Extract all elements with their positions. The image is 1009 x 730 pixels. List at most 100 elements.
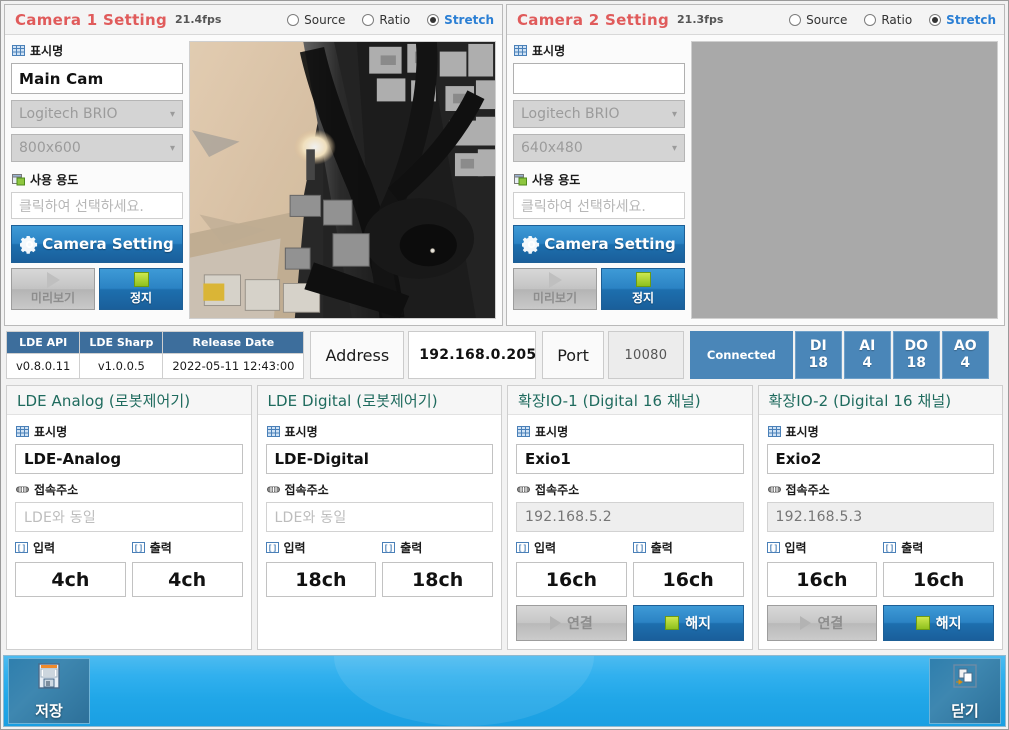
camera-1-device-select[interactable]: Logitech BRIO ▾	[11, 100, 183, 128]
io-address-input[interactable]: 192.168.5.3	[766, 502, 994, 532]
camera-1-stop-button[interactable]: 정지	[99, 268, 183, 310]
io-name-label: 표시명	[535, 425, 569, 439]
io-input-value-box[interactable]: 4ch	[15, 562, 126, 597]
camera-1-name-input[interactable]: Main Cam	[11, 63, 183, 94]
camera-1-device-value: Logitech BRIO	[19, 106, 118, 122]
camera-2-resolution-select[interactable]: 640x480 ▾	[513, 134, 685, 162]
camera-1-name-value: Main Cam	[19, 69, 104, 88]
camera-1-resolution-select[interactable]: 800x600 ▾	[11, 134, 183, 162]
camera-2-name-input[interactable]	[513, 63, 685, 94]
camera-1-radio-stretch[interactable]: Stretch	[427, 13, 494, 27]
io-input-value-box[interactable]: 16ch	[766, 562, 878, 597]
io-address-input[interactable]: LDE와 동일	[265, 502, 493, 532]
io-input-label: 입력	[283, 541, 306, 555]
camera-2-radio-stretch[interactable]: Stretch	[929, 13, 996, 27]
address-input[interactable]: 192.168.0.205	[408, 331, 537, 379]
io-disconnect-button[interactable]: 해지	[632, 605, 744, 641]
io-disconnect-label: 해지	[685, 616, 711, 632]
camera-2-mode-group: Source Ratio Stretch	[789, 13, 996, 27]
camera-2-preview-button[interactable]: 미리보기	[513, 268, 597, 310]
io-output-value-box[interactable]: 18ch	[382, 562, 493, 597]
io-name-value: LDE-Digital	[274, 450, 369, 468]
port-input[interactable]: 10080	[607, 331, 684, 379]
io-input-label-row: [] 입력	[15, 539, 126, 556]
io-input-value: 4ch	[51, 568, 90, 591]
io-input-value-box[interactable]: 18ch	[265, 562, 377, 597]
close-button[interactable]: 닫기	[929, 658, 1001, 724]
io-tile-name: AI	[859, 338, 876, 355]
camera-2-name-label-row: 표시명	[514, 42, 685, 59]
camera-2-preview-view[interactable]	[691, 41, 998, 319]
io-name-input[interactable]: LDE-Digital	[265, 444, 493, 474]
camera-2-setting-label: Camera Setting	[544, 235, 676, 253]
camera-2-radio-source[interactable]: Source	[789, 13, 847, 27]
io-connect-button[interactable]: 연결	[516, 605, 627, 641]
camera-1-preview-controls: 미리보기 정지	[11, 268, 183, 310]
io-name-input[interactable]: LDE-Analog	[15, 444, 243, 474]
svg-text:[]: []	[885, 544, 895, 553]
svg-text:[]: []	[384, 544, 394, 553]
camera-1-video-frame	[190, 42, 495, 318]
io-output-value-box[interactable]: 16ch	[632, 562, 744, 597]
io-name-label: 표시명	[284, 425, 318, 439]
io-name-input[interactable]: Exio1	[516, 444, 744, 474]
camera-1-name-label: 표시명	[30, 44, 64, 58]
io-output-label-row: [] 출력	[131, 539, 243, 556]
io-connect-button[interactable]: 연결	[766, 605, 878, 641]
radio-label: Source	[806, 12, 848, 27]
brackets-icon: []	[382, 541, 396, 554]
brackets-icon: []	[632, 541, 646, 554]
io-panel-title: 확장IO-1 (Digital 16 채널)	[508, 386, 752, 415]
io-panel-lde-digital: LDE Digital (로봇제어기) 표시명 LDE-Digital 접속주소	[256, 385, 502, 650]
close-windows-icon	[950, 661, 980, 695]
io-channel-values: 16ch 16ch	[516, 562, 744, 597]
io-address-input[interactable]: 192.168.5.2	[516, 502, 744, 532]
camera-1-preview-view[interactable]	[189, 41, 496, 319]
io-output-label: 출력	[650, 541, 673, 555]
camera-1-setting-button[interactable]: Camera Setting	[11, 225, 183, 263]
save-button[interactable]: 저장	[8, 658, 90, 724]
io-name-input[interactable]: Exio2	[766, 444, 994, 474]
io-input-value: 16ch	[796, 568, 848, 591]
camera-1-stop-label: 정지	[129, 291, 153, 305]
version-header: LDE API	[7, 332, 80, 354]
io-panel-title: 확장IO-2 (Digital 16 채널)	[758, 386, 1002, 415]
io-address-label-row: 접속주소	[266, 481, 494, 498]
io-name-value: LDE-Analog	[24, 450, 122, 468]
camera-1-radio-source[interactable]: Source	[287, 13, 345, 27]
radio-label: Stretch	[946, 12, 996, 27]
io-channel-labels: [] 입력 [] 출력	[516, 539, 744, 556]
version-value: v1.0.0.5	[97, 359, 145, 373]
camera-1-use-input[interactable]: 클릭하여 선택하세요.	[11, 192, 183, 219]
io-channel-values: 18ch 18ch	[265, 562, 493, 597]
camera-2-device-select[interactable]: Logitech BRIO ▾	[513, 100, 685, 128]
svg-text:[]: []	[768, 544, 778, 553]
version-col-release-date: Release Date 2022-05-11 12:43:00	[163, 332, 304, 378]
settings-window: Camera 1 Setting 21.4fps Source Ratio St…	[0, 0, 1009, 730]
io-address-input[interactable]: LDE와 동일	[15, 502, 243, 532]
camera-2-setting-button[interactable]: Camera Setting	[513, 225, 685, 263]
address-label[interactable]: Address	[310, 331, 405, 379]
camera-1-preview-button[interactable]: 미리보기	[11, 268, 95, 310]
grid-icon	[517, 425, 530, 438]
camera-2-preview-label: 미리보기	[532, 291, 578, 305]
app-window-icon	[514, 173, 527, 186]
camera-1-radio-ratio[interactable]: Ratio	[362, 13, 410, 27]
camera-2-fps: 21.3fps	[677, 13, 724, 26]
stop-icon	[635, 272, 651, 287]
connection-state-button[interactable]: Connected	[689, 331, 793, 379]
camera-2-stop-button[interactable]: 정지	[601, 268, 685, 310]
play-icon	[46, 272, 60, 288]
io-output-value-box[interactable]: 16ch	[883, 562, 994, 597]
io-channel-labels: [] 입력 [] 출력	[15, 539, 243, 556]
io-address-label: 접속주소	[785, 483, 830, 497]
io-tile-ai: AI 4	[843, 331, 891, 379]
play-icon	[548, 272, 562, 288]
camera-2-radio-ratio[interactable]: Ratio	[864, 13, 912, 27]
io-input-value-box[interactable]: 16ch	[516, 562, 627, 597]
camera-2-use-input[interactable]: 클릭하여 선택하세요.	[513, 192, 685, 219]
io-output-value-box[interactable]: 4ch	[131, 562, 243, 597]
radio-circle-icon	[427, 13, 440, 26]
io-disconnect-button[interactable]: 해지	[883, 605, 994, 641]
port-label[interactable]: Port	[542, 331, 604, 379]
